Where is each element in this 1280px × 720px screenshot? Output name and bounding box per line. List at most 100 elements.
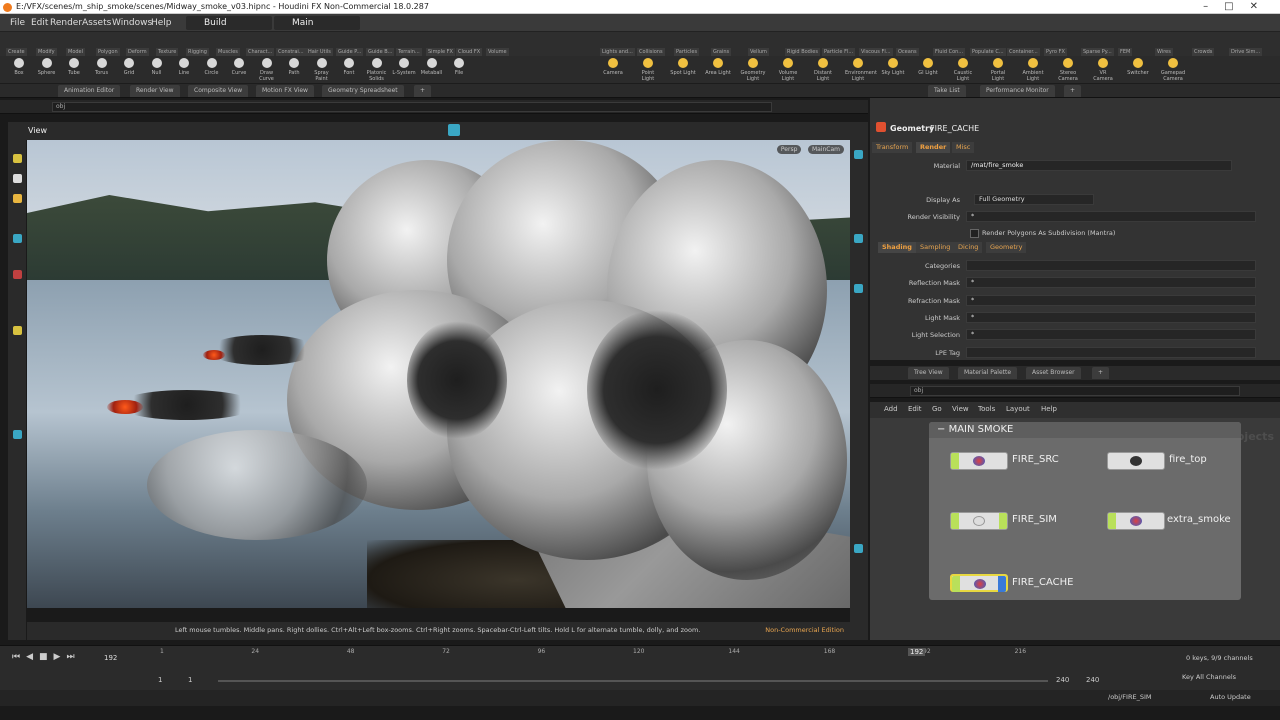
shelf-tab[interactable]: Drive Sim... [1229, 48, 1263, 56]
playback-controls[interactable]: ⏮◀■▶⏭ [12, 652, 81, 662]
shelf-tool[interactable]: Metaball [419, 56, 445, 76]
menu-assets[interactable]: Assets [82, 14, 111, 32]
paint-tool-icon[interactable] [13, 326, 22, 335]
shelf-tool[interactable]: Sky Light [880, 56, 906, 76]
shelf-tool[interactable]: VR Camera [1090, 56, 1116, 82]
shelf-tab[interactable]: Hair Utils [306, 48, 333, 56]
shelf-tool[interactable]: Grid [116, 56, 142, 76]
add-network-tab-button[interactable]: + [1092, 367, 1110, 379]
net-menu-edit[interactable]: Edit [908, 405, 922, 413]
shelf-tool[interactable]: Path [281, 56, 307, 76]
viewport-path-field[interactable]: obj [52, 102, 772, 112]
tab-motion-fx-view[interactable]: Motion FX View [256, 85, 314, 97]
render-visibility-field[interactable]: * [966, 211, 1256, 222]
shelf-tool[interactable]: Spray Paint [309, 56, 335, 82]
range-end-field[interactable]: 240 [1056, 676, 1069, 684]
shelf-tool[interactable]: Portal Light [985, 56, 1011, 82]
shelf-tab[interactable]: Deform [126, 48, 149, 56]
network-box[interactable]: − MAIN SMOKE FIRE_SRC fire_top FIRE_SIM … [929, 422, 1241, 600]
tab-material-palette[interactable]: Material Palette [958, 367, 1018, 379]
shelf-tool[interactable]: Gamepad Camera [1160, 56, 1186, 82]
shelf-tab[interactable]: Modify [36, 48, 57, 56]
lock-tool-icon[interactable] [13, 234, 22, 243]
shelf-tab[interactable]: Guide P... [336, 48, 364, 56]
timeline[interactable]: ⏮◀■▶⏭ 192 124487296120144168192216 192 0… [0, 645, 1280, 690]
shelf-tool[interactable]: Line [171, 56, 197, 76]
auto-update-button[interactable]: Auto Update [1210, 693, 1251, 701]
shelf-tab[interactable]: Sparse Py... [1081, 48, 1114, 56]
network-editor[interactable]: Objects − MAIN SMOKE FIRE_SRC fire_top F… [870, 418, 1280, 640]
param-field[interactable]: * [966, 277, 1256, 289]
tab-asset-browser[interactable]: Asset Browser [1026, 367, 1081, 379]
node-fire-sim[interactable] [950, 512, 1008, 530]
shelf-tab[interactable]: Terrain... [396, 48, 422, 56]
view-tool-icon[interactable] [13, 430, 22, 439]
add-tab-button[interactable]: + [414, 85, 432, 97]
shelf-tool[interactable]: Tube [61, 56, 87, 76]
shelf-tab[interactable]: Model [66, 48, 86, 56]
network-box-header[interactable]: − MAIN SMOKE [929, 422, 1241, 438]
playhead-marker[interactable]: 192 [908, 648, 926, 656]
add-tab-button-right[interactable]: + [1064, 85, 1082, 97]
shelf-tool[interactable]: Ambient Light [1020, 56, 1046, 82]
menu-help[interactable]: Help [151, 14, 172, 32]
range-start2-field[interactable]: 1 [188, 676, 192, 684]
select-tool-icon[interactable] [13, 154, 22, 163]
menu-edit[interactable]: Edit [31, 14, 48, 32]
shelf-tab[interactable]: Muscles [216, 48, 240, 56]
move-tool-icon[interactable] [13, 174, 22, 183]
tab-geometry-spreadsheet[interactable]: Geometry Spreadsheet [322, 85, 404, 97]
tab-geometry[interactable]: Geometry [986, 242, 1027, 253]
tab-take-list[interactable]: Take List [928, 85, 966, 97]
shelf-tab[interactable]: Particle Fl... [822, 48, 856, 56]
current-frame-field[interactable]: 192 [104, 654, 117, 662]
shelf-tab[interactable]: Oceans [896, 48, 919, 56]
range-slider[interactable] [218, 680, 1048, 682]
shelf-tab[interactable]: Texture [156, 48, 179, 56]
shelf-tool[interactable]: Distant Light [810, 56, 836, 82]
shading-mode-icon[interactable] [854, 234, 863, 243]
shelf-tool[interactable]: Sphere [34, 56, 60, 76]
tab-shading[interactable]: Shading [878, 242, 916, 253]
shelf-tool[interactable]: Environment Light [845, 56, 877, 82]
scene-viewport[interactable]: Persp MainCam [27, 140, 850, 608]
shelf-tab[interactable]: Container... [1007, 48, 1040, 56]
net-menu-go[interactable]: Go [932, 405, 942, 413]
persp-button[interactable]: Persp [776, 145, 802, 154]
shelf-tab[interactable]: Simple FX [426, 48, 455, 56]
shelf-tab[interactable]: Populate C... [970, 48, 1006, 56]
shelf-tab[interactable]: Constrai... [276, 48, 306, 56]
key-all-channels-button[interactable]: Key All Channels [1182, 673, 1236, 681]
menu-render[interactable]: Render [50, 14, 82, 32]
display-options-icon[interactable] [854, 150, 863, 159]
shelf-tool[interactable]: Box [6, 56, 32, 76]
shelf-tab[interactable]: Charact... [246, 48, 275, 56]
viewport-snap-icon[interactable] [448, 124, 460, 136]
shelf-tool[interactable]: Stereo Camera [1055, 56, 1081, 82]
tab-transform[interactable]: Transform [872, 142, 913, 153]
display-as-select[interactable]: Full Geometry [974, 194, 1094, 205]
shelf-tool[interactable]: Camera [600, 56, 626, 76]
shelf-tab[interactable]: Crowds [1192, 48, 1215, 56]
shelf-tool[interactable]: Area Light [705, 56, 731, 76]
menu-windows[interactable]: Windows [112, 14, 152, 32]
shelf-tool[interactable]: Point Light [635, 56, 661, 82]
camera-button[interactable]: MainCam [807, 145, 844, 154]
net-menu-tools[interactable]: Tools [978, 405, 995, 413]
shelf-tab[interactable]: FEM [1118, 48, 1133, 56]
shelf-tool[interactable]: L-System [391, 56, 417, 76]
shelf-tool[interactable]: Platonic Solids [364, 56, 390, 82]
node-fire-top[interactable] [1107, 452, 1165, 470]
range-end2-field[interactable]: 240 [1086, 676, 1099, 684]
tab-render[interactable]: Render [916, 142, 951, 153]
shelf-tool[interactable]: Geometry Light [740, 56, 766, 82]
node-name[interactable]: FIRE_CACHE [930, 124, 979, 133]
network-path-field[interactable]: obj [910, 386, 1240, 396]
workspace-build[interactable]: Build [186, 16, 272, 30]
shelf-tool[interactable]: Draw Curve [254, 56, 280, 82]
camera-view-icon[interactable] [854, 544, 863, 553]
net-menu-help[interactable]: Help [1041, 405, 1057, 413]
shelf-tool[interactable]: File [446, 56, 472, 76]
shelf-tab[interactable]: Cloud FX [456, 48, 483, 56]
shelf-tab[interactable]: Particles [674, 48, 700, 56]
